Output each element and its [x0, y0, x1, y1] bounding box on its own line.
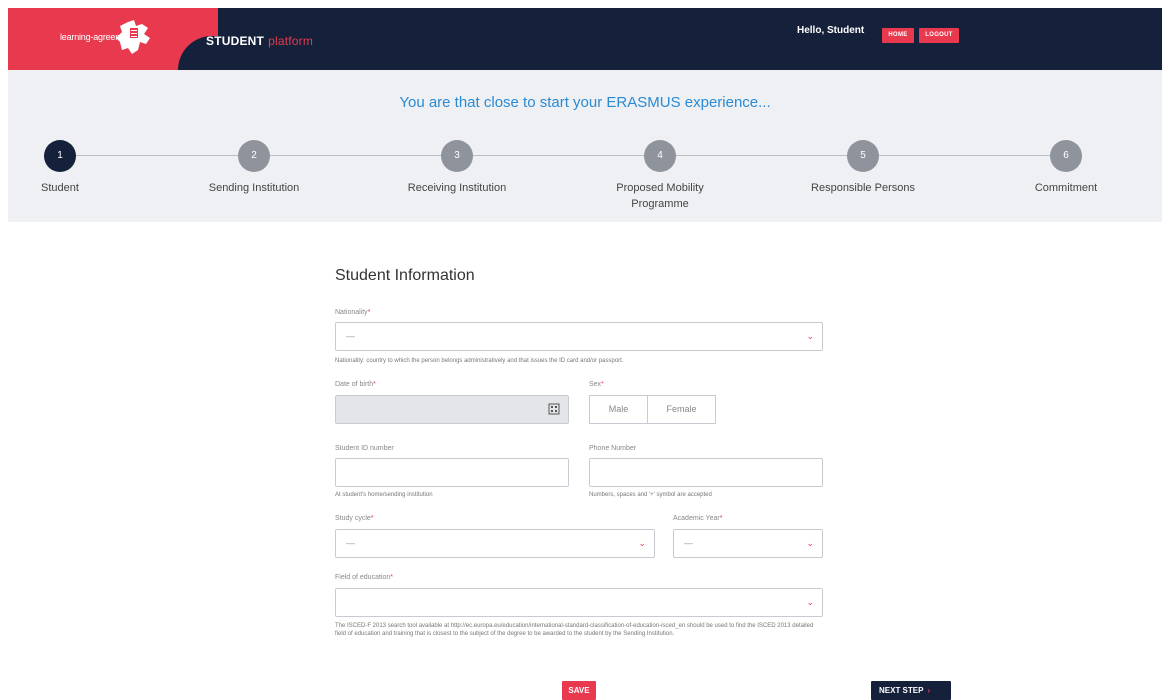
- chevron-down-icon: ⌄: [638, 538, 646, 548]
- europe-map-icon: [116, 20, 150, 54]
- logout-button[interactable]: LOGOUT: [919, 28, 959, 43]
- platform-brand: STUDENT platform: [206, 34, 314, 48]
- phone-help: Numbers, spaces and '+' symbol are accep…: [589, 492, 712, 498]
- academic-year-select[interactable]: — ⌄: [673, 529, 823, 558]
- step-connector: [879, 155, 1050, 156]
- form-title: Student Information: [335, 267, 475, 284]
- study-cycle-label: Study cycle*: [335, 515, 374, 522]
- nationality-label: Nationality*: [335, 309, 371, 316]
- next-step-button[interactable]: NEXT STEP ›: [871, 681, 951, 700]
- step-1-label: Student: [41, 182, 79, 194]
- nationality-select[interactable]: — ⌄: [335, 322, 823, 351]
- chevron-down-icon: ⌄: [806, 538, 814, 548]
- sex-male-option[interactable]: Male: [589, 395, 648, 424]
- step-6-circle[interactable]: 6: [1050, 140, 1082, 172]
- greeting-text: Hello, Student: [797, 25, 865, 36]
- nationality-help: Nationality: country to which the person…: [335, 358, 624, 364]
- step-connector: [473, 155, 644, 156]
- sex-female-option[interactable]: Female: [647, 395, 716, 424]
- phone-input[interactable]: [589, 458, 823, 487]
- progress-steps: You are that close to start your ERASMUS…: [8, 70, 1162, 222]
- step-3-label: Receiving Institution: [407, 182, 507, 194]
- step-1-circle[interactable]: 1: [44, 140, 76, 172]
- step-3-circle[interactable]: 3: [441, 140, 473, 172]
- phone-label: Phone Number: [589, 445, 637, 452]
- chevron-down-icon: ⌄: [806, 331, 814, 341]
- dob-input[interactable]: [335, 395, 569, 424]
- chevron-right-icon: ›: [927, 686, 931, 695]
- field-of-education-select[interactable]: ⌄: [335, 588, 823, 617]
- step-4-circle[interactable]: 4: [644, 140, 676, 172]
- step-4-label: Proposed Mobility Programme: [616, 182, 704, 210]
- step-6-label: Commitment: [1034, 182, 1098, 194]
- save-button[interactable]: SAVE: [562, 681, 596, 700]
- field-of-education-label: Field of education*: [335, 574, 393, 581]
- step-2-label: Sending Institution: [208, 182, 300, 194]
- sex-label: Sex*: [589, 381, 604, 388]
- step-2-circle[interactable]: 2: [238, 140, 270, 172]
- home-button[interactable]: HOME: [882, 28, 914, 43]
- step-connector: [270, 155, 441, 156]
- student-id-input[interactable]: [335, 458, 569, 487]
- academic-year-label: Academic Year*: [673, 515, 723, 522]
- step-5-circle[interactable]: 5: [847, 140, 879, 172]
- student-id-label: Student ID number: [335, 445, 394, 452]
- step-connector: [676, 155, 847, 156]
- field-of-education-help: The ISCED-F 2013 search tool available a…: [335, 623, 814, 637]
- dob-label: Date of birth*: [335, 381, 376, 388]
- chevron-down-icon: ⌄: [806, 597, 814, 607]
- tagline: You are that close to start your ERASMUS…: [399, 94, 771, 111]
- study-cycle-select[interactable]: — ⌄: [335, 529, 655, 558]
- top-header: learning-agreement.eu STUDENT platform He…: [8, 8, 1162, 70]
- calendar-icon[interactable]: [548, 403, 560, 415]
- step-connector: [76, 155, 238, 156]
- step-5-label: Responsible Persons: [811, 182, 915, 194]
- student-id-help: At student's home/sending institution: [335, 492, 433, 498]
